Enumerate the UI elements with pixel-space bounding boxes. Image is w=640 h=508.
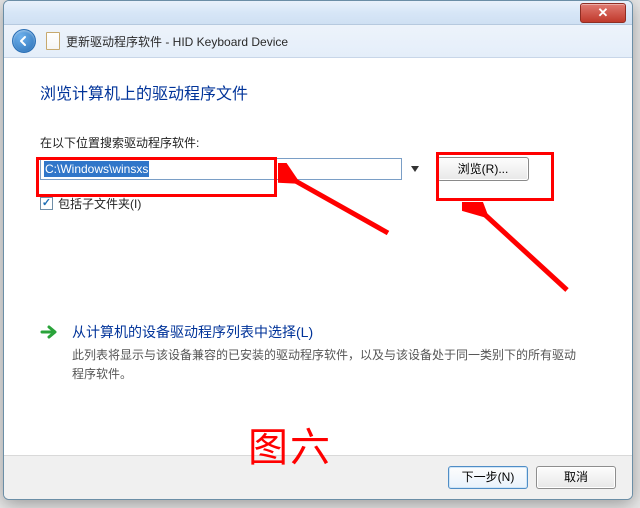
next-button[interactable]: 下一步(N) <box>448 466 528 489</box>
path-input[interactable] <box>40 158 402 180</box>
content-area: 浏览计算机上的驱动程序文件 在以下位置搜索驱动程序软件: C:\Windows\… <box>4 58 632 438</box>
dropdown-arrow-icon[interactable] <box>407 160 423 178</box>
page-icon <box>46 32 60 50</box>
browse-button[interactable]: 浏览(R)... <box>437 157 529 181</box>
option-arrow-icon <box>40 324 60 384</box>
breadcrumb: 更新驱动程序软件 - HID Keyboard Device <box>46 32 288 50</box>
search-location-label: 在以下位置搜索驱动程序软件: <box>40 134 596 151</box>
path-combobox[interactable]: C:\Windows\winsxs <box>40 158 423 180</box>
back-arrow-icon <box>18 35 30 47</box>
include-subfolders-label: 包括子文件夹(I) <box>58 195 141 212</box>
nav-bar: 更新驱动程序软件 - HID Keyboard Device <box>4 25 632 58</box>
dialog-window: ✕ 更新驱动程序软件 - HID Keyboard Device 浏览计算机上的… <box>3 0 633 500</box>
window-title: 更新驱动程序软件 - HID Keyboard Device <box>66 33 288 50</box>
option-description: 此列表将显示与该设备兼容的已安装的驱动程序软件，以及与该设备处于同一类别下的所有… <box>72 346 576 384</box>
path-row: C:\Windows\winsxs 浏览(R)... <box>40 157 596 181</box>
pick-from-list-option[interactable]: 从计算机的设备驱动程序列表中选择(L) 此列表将显示与该设备兼容的已安装的驱动程… <box>40 322 596 384</box>
option-title: 从计算机的设备驱动程序列表中选择(L) <box>72 322 576 342</box>
close-button[interactable]: ✕ <box>580 3 626 23</box>
dialog-footer: 下一步(N) 取消 <box>4 455 632 499</box>
cancel-button[interactable]: 取消 <box>536 466 616 489</box>
back-button[interactable] <box>12 29 36 53</box>
include-subfolders-checkbox[interactable]: ✓ <box>40 197 53 210</box>
titlebar: ✕ <box>4 1 632 25</box>
page-heading: 浏览计算机上的驱动程序文件 <box>40 80 596 104</box>
include-subfolders-row[interactable]: ✓ 包括子文件夹(I) <box>40 195 596 212</box>
